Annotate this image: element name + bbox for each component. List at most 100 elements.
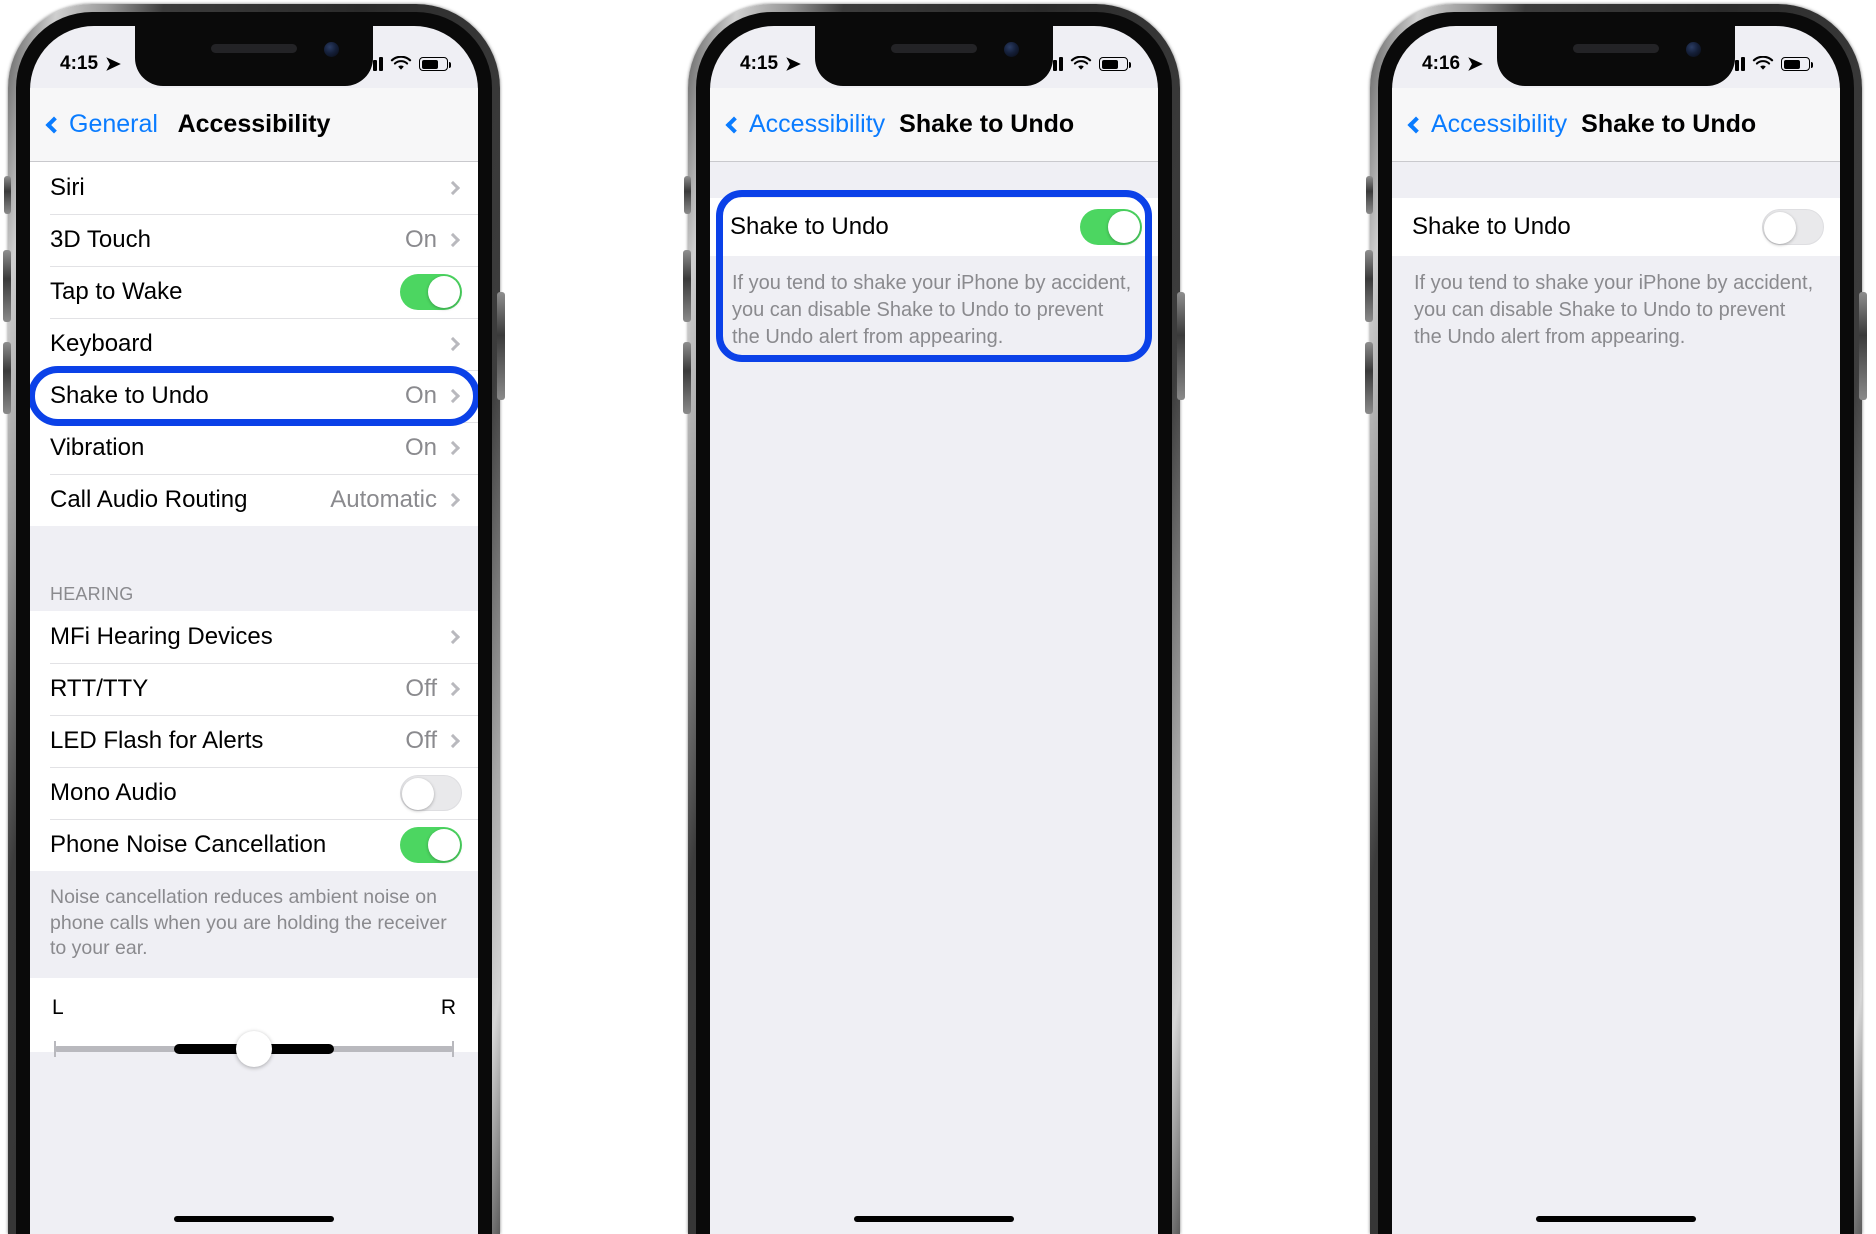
back-button-accessibility[interactable]: Accessibility [1407, 110, 1567, 139]
balance-slider-knob[interactable] [236, 1031, 272, 1068]
row-value: On [404, 434, 437, 461]
status-time: 4:16 [1422, 53, 1461, 74]
volume-down-button[interactable] [683, 342, 691, 414]
location-arrow-icon: ➤ [785, 53, 801, 75]
phone-noise-cancellation-toggle[interactable] [400, 827, 462, 863]
chevron-left-icon [1407, 116, 1425, 133]
front-camera-icon [1686, 42, 1701, 57]
battery-icon [1099, 57, 1131, 71]
row-value: Automatic [330, 486, 437, 513]
phone-3-screen: 4:16 ➤ Accessibility Shake to Undo Shake… [1392, 26, 1840, 1234]
shake-to-undo-toggle[interactable] [1080, 209, 1142, 245]
list-item-call-audio-routing[interactable]: Call Audio Routing Automatic [30, 474, 478, 526]
chevron-right-icon [445, 733, 461, 749]
balance-right-label: R [440, 996, 456, 1020]
home-indicator[interactable] [854, 1216, 1014, 1222]
notch [815, 26, 1053, 86]
power-button[interactable] [1177, 292, 1185, 400]
battery-icon [1781, 57, 1813, 71]
list-item-mono-audio[interactable]: Mono Audio [30, 767, 478, 819]
setting-description: If you tend to shake your iPhone by acci… [710, 256, 1158, 369]
row-value: Off [405, 675, 437, 702]
section-spacer [1392, 162, 1840, 198]
list-item-shake-to-undo[interactable]: Shake to Undo On [30, 366, 478, 426]
mono-audio-toggle[interactable] [400, 775, 462, 811]
earpiece-speaker [211, 44, 297, 53]
location-arrow-icon: ➤ [105, 53, 121, 75]
mute-switch[interactable] [4, 176, 11, 214]
chevron-right-icon [445, 232, 461, 248]
wifi-icon [390, 56, 412, 70]
row-label: Mono Audio [50, 779, 177, 806]
list-item-shake-to-undo[interactable]: Shake to Undo [1392, 198, 1840, 256]
row-value: On [404, 382, 437, 409]
earpiece-speaker [891, 44, 977, 53]
settings-group-general: Siri 3D Touch On Tap to Wake Keyboard Sh… [30, 162, 478, 526]
volume-up-button[interactable] [1365, 250, 1373, 322]
status-time: 4:15 [740, 53, 779, 74]
phone-1-screen: 4:15 ➤ General Accessibility Siri 3D Tou… [30, 26, 478, 1234]
list-item-phone-noise-cancellation[interactable]: Phone Noise Cancellation [30, 819, 478, 871]
row-label: Siri [50, 174, 85, 201]
list-item-keyboard[interactable]: Keyboard [30, 318, 478, 370]
section-header-hearing: HEARING [30, 570, 478, 611]
list-item-rtt-tty[interactable]: RTT/TTY Off [30, 663, 478, 715]
list-item-vibration[interactable]: Vibration On [30, 422, 478, 474]
volume-up-button[interactable] [3, 250, 11, 322]
status-time: 4:15 [60, 53, 99, 74]
back-button-accessibility[interactable]: Accessibility [725, 110, 885, 139]
home-indicator[interactable] [174, 1216, 334, 1222]
settings-detail: Shake to Undo If you tend to shake your … [1392, 162, 1840, 1234]
volume-down-button[interactable] [1365, 342, 1373, 414]
page-title: Accessibility [177, 110, 331, 138]
chevron-right-icon [445, 681, 461, 697]
location-arrow-icon: ➤ [1467, 53, 1483, 75]
notch [135, 26, 373, 86]
footer-note-noise-cancellation: Noise cancellation reduces ambient noise… [30, 871, 478, 979]
phone-1-accessibility: 4:15 ➤ General Accessibility Siri 3D Tou… [0, 0, 514, 1234]
row-label: LED Flash for Alerts [50, 727, 264, 754]
power-button[interactable] [497, 292, 505, 400]
row-label: Call Audio Routing [50, 486, 248, 513]
front-camera-icon [324, 42, 339, 57]
chevron-right-icon [445, 180, 461, 196]
list-item-siri[interactable]: Siri [30, 162, 478, 214]
balance-slider[interactable] [54, 1031, 454, 1068]
list-item-mfi-hearing-devices[interactable]: MFi Hearing Devices [30, 611, 478, 663]
wifi-icon [1070, 56, 1092, 70]
stereo-balance-control[interactable]: L R [30, 978, 478, 1068]
row-label: 3D Touch [50, 226, 151, 253]
settings-detail: Shake to Undo If you tend to shake your … [710, 162, 1158, 1234]
list-item-led-flash-for-alerts[interactable]: LED Flash for Alerts Off [30, 715, 478, 767]
row-label: Keyboard [50, 330, 153, 357]
mute-switch[interactable] [1366, 176, 1373, 214]
power-button[interactable] [1859, 292, 1867, 400]
chevron-left-icon [725, 116, 743, 133]
back-button-general[interactable]: General [45, 110, 158, 139]
home-indicator[interactable] [1536, 1216, 1696, 1222]
mute-switch[interactable] [684, 176, 691, 214]
shake-to-undo-toggle[interactable] [1762, 209, 1824, 245]
chevron-right-icon [445, 492, 461, 508]
list-item-tap-to-wake[interactable]: Tap to Wake [30, 266, 478, 318]
tap-to-wake-toggle[interactable] [400, 274, 462, 310]
volume-down-button[interactable] [3, 342, 11, 414]
battery-icon [419, 57, 451, 71]
settings-group-shake-to-undo: Shake to Undo [710, 198, 1158, 256]
row-label: Phone Noise Cancellation [50, 831, 327, 858]
page-title: Shake to Undo [899, 110, 1075, 138]
earpiece-speaker [1573, 44, 1659, 53]
front-camera-icon [1004, 42, 1019, 57]
list-item-shake-to-undo[interactable]: Shake to Undo [710, 198, 1158, 256]
row-label: Shake to Undo [730, 213, 889, 240]
settings-group-hearing: MFi Hearing Devices RTT/TTY Off LED Flas… [30, 611, 478, 871]
phone-3-shake-to-undo-off: 4:16 ➤ Accessibility Shake to Undo Shake… [1356, 0, 1876, 1234]
row-label: Tap to Wake [50, 278, 183, 305]
list-item-3d-touch[interactable]: 3D Touch On [30, 214, 478, 266]
volume-up-button[interactable] [683, 250, 691, 322]
row-label: MFi Hearing Devices [50, 623, 273, 650]
shake-to-undo-panel: Shake to Undo If you tend to shake your … [1392, 198, 1840, 369]
row-label: RTT/TTY [50, 675, 149, 702]
settings-list[interactable]: Siri 3D Touch On Tap to Wake Keyboard Sh… [30, 162, 478, 1234]
row-value: Off [405, 727, 437, 754]
